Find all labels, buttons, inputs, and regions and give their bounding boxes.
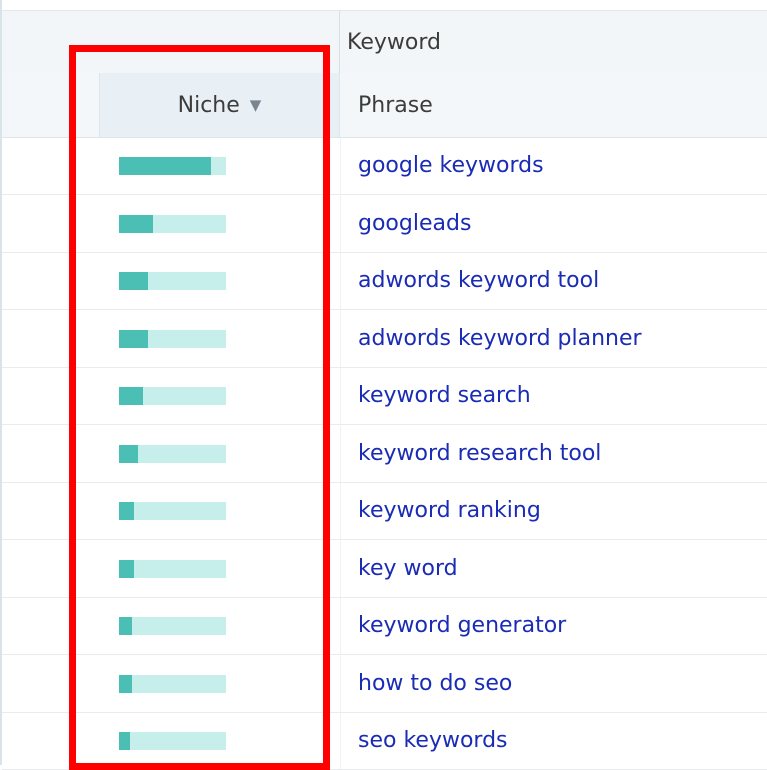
table-row: how to do seo: [2, 655, 767, 713]
phrase-link[interactable]: keyword research tool: [358, 426, 601, 482]
niche-bar-fill: [119, 387, 143, 405]
phrase-link[interactable]: keyword search: [358, 368, 531, 424]
phrase-link[interactable]: keyword ranking: [358, 483, 541, 539]
phrase-link[interactable]: google keywords: [358, 138, 544, 194]
niche-bar-fill: [119, 559, 134, 578]
column-separator: [340, 713, 341, 769]
niche-bar: [119, 674, 226, 693]
table-row: seo keywords: [2, 713, 767, 770]
column-separator: [340, 368, 341, 424]
column-separator: [340, 310, 341, 367]
niche-bar-fill: [119, 329, 148, 348]
table-row: google keywords: [2, 138, 767, 195]
phrase-link[interactable]: seo keywords: [358, 713, 508, 769]
niche-bar: [119, 272, 226, 290]
niche-bar: [119, 387, 226, 405]
phrase-link[interactable]: how to do seo: [358, 656, 512, 712]
niche-bar: [119, 502, 226, 520]
phrase-link[interactable]: googleads: [358, 196, 471, 252]
column-separator: [340, 655, 341, 712]
niche-bar: [119, 732, 226, 750]
table-row: adwords keyword tool: [2, 253, 767, 310]
niche-bar: [119, 444, 226, 463]
column-separator: [340, 598, 341, 654]
keyword-table: Keyword Niche ▼ Phrase google keywords goo…: [0, 0, 767, 770]
column-group-keyword: Keyword: [347, 30, 441, 55]
column-group-left: [2, 11, 340, 73]
niche-bar: [119, 559, 226, 578]
table-row: keyword search: [2, 368, 767, 425]
column-separator: [340, 138, 341, 194]
niche-bar-fill: [119, 617, 132, 635]
niche-bar: [119, 157, 226, 175]
phrase-link[interactable]: keyword generator: [358, 598, 566, 654]
niche-bar: [119, 617, 226, 635]
column-separator: [340, 195, 341, 252]
table-row: keyword ranking: [2, 483, 767, 540]
phrase-header-label: Phrase: [358, 93, 433, 118]
niche-bar-fill: [119, 502, 134, 520]
column-separator: [340, 425, 341, 482]
column-separator: [340, 253, 341, 309]
column-header-blank: [2, 73, 100, 137]
niche-bar-fill: [119, 157, 211, 175]
table-row: adwords keyword planner: [2, 310, 767, 368]
table-row: googleads: [2, 195, 767, 253]
column-group-header-row: Keyword: [2, 10, 767, 74]
sort-descending-icon[interactable]: ▼: [250, 96, 262, 114]
column-header-phrase[interactable]: Phrase: [340, 73, 767, 137]
niche-bar-fill: [119, 444, 138, 463]
niche-bar-fill: [119, 272, 148, 290]
table-row: keyword generator: [2, 598, 767, 655]
niche-bar: [119, 214, 226, 233]
column-separator: [340, 483, 341, 539]
table-row: keyword research tool: [2, 425, 767, 483]
niche-header-label: Niche: [177, 93, 240, 118]
table-row: key word: [2, 540, 767, 598]
column-separator: [340, 540, 341, 597]
niche-bar-fill: [119, 732, 130, 750]
niche-bar-fill: [119, 214, 153, 233]
niche-bar: [119, 329, 226, 348]
phrase-link[interactable]: adwords keyword tool: [358, 253, 599, 309]
niche-bar-fill: [119, 674, 132, 693]
phrase-link[interactable]: key word: [358, 541, 458, 597]
column-header-niche[interactable]: Niche ▼: [100, 73, 340, 137]
phrase-link[interactable]: adwords keyword planner: [358, 311, 642, 367]
column-header-row: Niche ▼ Phrase: [2, 73, 767, 138]
